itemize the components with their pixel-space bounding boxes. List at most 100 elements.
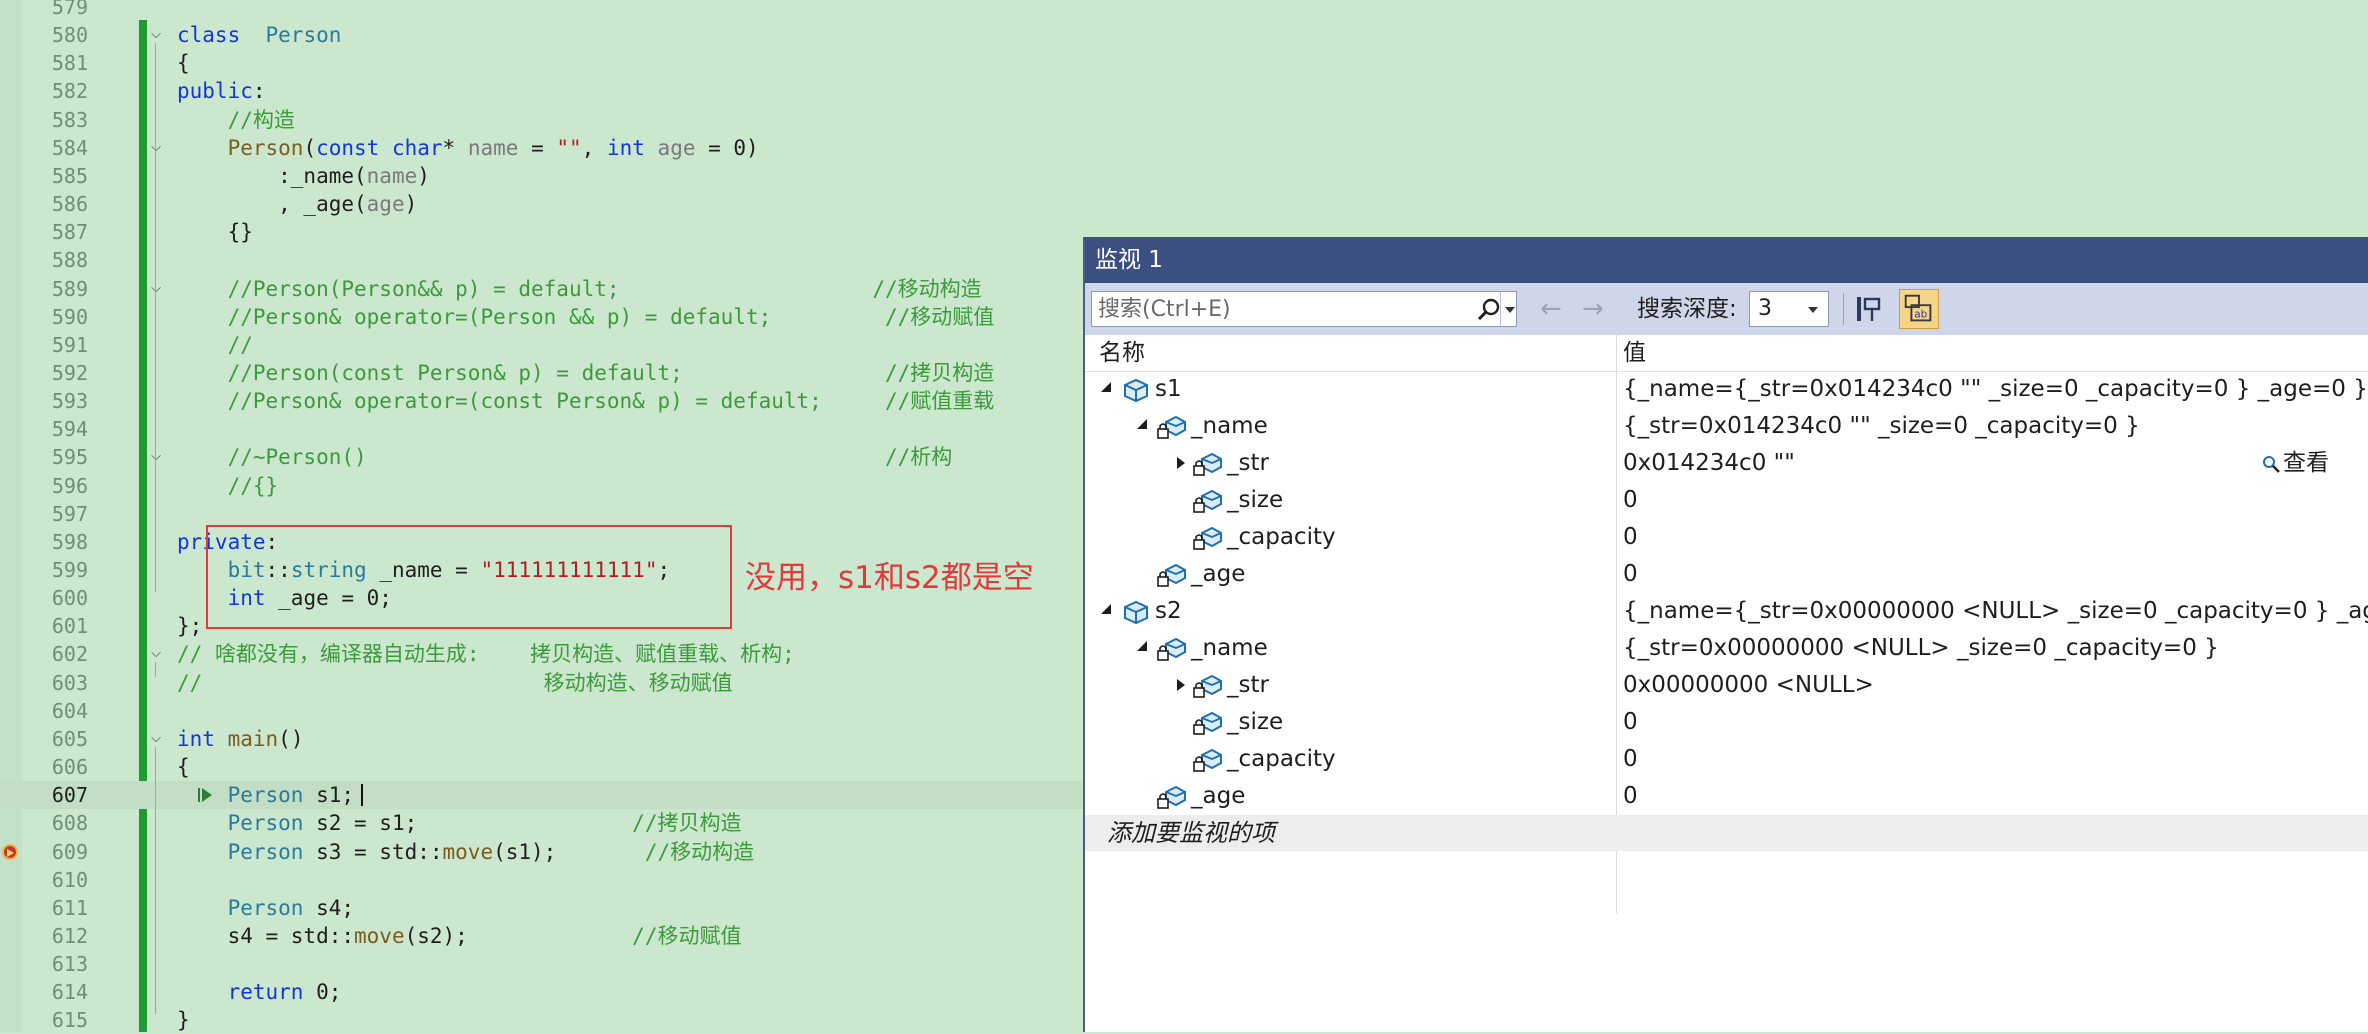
watch-row[interactable]: _size 0 [1085,482,2368,519]
watch-row[interactable]: _capacity 0 [1085,519,2368,556]
search-icon[interactable] [1476,297,1502,323]
watch-row[interactable]: _str 0x00000000 <NULL> [1085,667,2368,704]
code-text[interactable]: Person(const char* name = "", int age = … [177,134,759,162]
watch-name[interactable]: s2 [1155,593,1182,630]
watch-value[interactable]: {_str=0x00000000 <NULL> _size=0 _capacit… [1623,630,2219,667]
code-line[interactable]: 597 [0,500,1086,528]
code-text[interactable]: s4 = std::move(s2); //移动赋值 [177,922,742,950]
code-line[interactable]: 592 //Person(const Person& p) = default;… [0,359,1086,387]
code-text[interactable]: //Person(Person&& p) = default; //移动构造 [177,275,982,303]
back-arrow-icon[interactable]: ← [1540,293,1562,325]
code-text[interactable]: { [177,753,190,781]
code-text[interactable]: class Person [177,21,341,49]
code-line[interactable]: 615} [0,1006,1086,1034]
code-line[interactable]: 604 [0,697,1086,725]
watch-name[interactable]: _size [1227,704,1283,741]
code-line[interactable]: 580 ⌵ class Person [0,21,1086,49]
fold-toggle-icon[interactable]: ⌵ [148,646,164,662]
code-text[interactable]: { [177,49,190,77]
pin-icon[interactable] [1853,291,1887,327]
code-line[interactable]: 611 Person s4; [0,894,1086,922]
fold-toggle-icon[interactable]: ⌵ [148,449,164,465]
code-line[interactable]: 587 {} [0,218,1086,246]
fold-toggle-icon[interactable]: ⌵ [148,731,164,747]
code-text[interactable]: {} [177,218,253,246]
code-text[interactable]: int main() [177,725,303,753]
magnifier-icon[interactable] [2261,454,2281,474]
watch-row[interactable]: s1 {_name={_str=0x014234c0 "" _size=0 _ca… [1085,371,2368,408]
code-text[interactable]: :_name(name) [177,162,430,190]
search-dropdown-button[interactable] [1500,292,1519,326]
code-text[interactable]: Person s1; [177,781,354,809]
code-line[interactable]: 603 // 移动构造、移动赋值 [0,669,1086,697]
watch-window[interactable]: 监视 1 ← → 搜索深度: 3 ab [1083,237,2368,1032]
watch-name[interactable]: _age [1191,778,1245,815]
collapse-triangle-icon[interactable] [1101,604,1111,614]
fold-toggle-icon[interactable]: ⌵ [148,140,164,156]
code-text[interactable]: // 移动构造、移动赋值 [177,669,733,697]
watch-name[interactable]: _name [1191,630,1268,667]
watch-value[interactable]: 0 [1623,482,1638,519]
code-text[interactable]: //Person& operator=(Person && p) = defau… [177,303,995,331]
code-line[interactable]: 584 ⌵ Person(const char* name = "", int a… [0,134,1086,162]
watch-name[interactable]: _str [1227,445,1269,482]
watch-name[interactable]: _capacity [1227,741,1336,778]
code-line[interactable]: 606 { [0,753,1086,781]
code-text[interactable]: // 啥都没有，编译器自动生成: 拷贝构造、赋值重载、析构; [177,640,795,668]
watch-name[interactable]: _name [1191,408,1268,445]
watch-name[interactable]: _capacity [1227,519,1336,556]
breakpoint-icon[interactable] [2,843,18,860]
code-line[interactable]: 610 [0,866,1086,894]
expand-triangle-icon[interactable] [1177,679,1185,691]
watch-name[interactable]: _str [1227,667,1269,704]
watch-value[interactable]: 0 [1623,556,1638,593]
search-input[interactable] [1098,292,1448,326]
watch-value[interactable]: {_name={_str=0x00000000 <NULL> _size=0 _… [1623,593,2368,630]
code-text[interactable]: // [177,331,253,359]
code-line[interactable]: 591 // [0,331,1086,359]
code-line[interactable]: 613 [0,950,1086,978]
expand-triangle-icon[interactable] [1177,457,1185,469]
watch-row[interactable]: _name {_str=0x014234c0 "" _size=0 _capaci… [1085,408,2368,445]
code-line[interactable]: 594 [0,415,1086,443]
column-header-name[interactable]: 名称 [1099,335,1145,371]
watch-window-title[interactable]: 监视 1 [1085,237,2368,283]
watch-row[interactable]: _name {_str=0x00000000 <NULL> _size=0 _ca… [1085,630,2368,667]
watch-row[interactable]: _age 0 [1085,778,2368,815]
watch-row[interactable]: _str 0x014234c0 "" 查看 [1085,445,2368,482]
watch-row[interactable]: _size 0 [1085,704,2368,741]
watch-value[interactable]: 0 [1623,704,1638,741]
watch-value[interactable]: 0 [1623,778,1638,815]
code-line[interactable]: 602 ⌵ // 啥都没有，编译器自动生成: 拷贝构造、赋值重载、析构; [0,640,1086,668]
code-text[interactable]: , _age(age) [177,190,417,218]
code-line[interactable]: 589 ⌵ //Person(Person&& p) = default; //移… [0,275,1086,303]
watch-name[interactable]: _size [1227,482,1283,519]
code-text[interactable]: public: [177,77,266,105]
view-button[interactable]: 查看 [2283,445,2329,482]
collapse-triangle-icon[interactable] [1101,382,1111,392]
code-text[interactable]: return 0; [177,978,342,1006]
watch-value[interactable]: 0 [1623,519,1638,556]
add-watch-row[interactable]: 添加要监视的项 [1085,815,2368,851]
search-box[interactable] [1091,291,1517,327]
fold-toggle-icon[interactable]: ⌵ [148,281,164,297]
watch-row[interactable]: s2 {_name={_str=0x00000000 <NULL> _size=0… [1085,593,2368,630]
code-line[interactable]: 605 ⌵ int main() [0,725,1086,753]
code-text[interactable]: }; [177,612,202,640]
watch-value[interactable]: 0x014234c0 "" [1623,445,1795,482]
code-line[interactable]: 590 //Person& operator=(Person && p) = d… [0,303,1086,331]
watch-name[interactable]: s1 [1155,371,1182,408]
watch-value[interactable]: 0 [1623,741,1638,778]
column-header-value[interactable]: 值 [1623,335,1646,371]
code-text[interactable]: Person s3 = std::move(s1); //移动构造 [177,838,755,866]
code-line[interactable]: 614 return 0; [0,978,1086,1006]
code-text[interactable]: } [177,1006,190,1034]
add-watch-placeholder[interactable]: 添加要监视的项 [1107,815,1275,851]
code-line[interactable]: 612 s4 = std::move(s2); //移动赋值 [0,922,1086,950]
code-line[interactable]: 609 Person s3 = std::move(s1); //移动构造 [0,838,1086,866]
code-line[interactable]: 579 [0,0,1086,21]
code-line[interactable]: 581 { [0,49,1086,77]
code-line[interactable]: 588 [0,246,1086,274]
code-line[interactable]: 608 Person s2 = s1; //拷贝构造 [0,809,1086,837]
fold-toggle-icon[interactable]: ⌵ [148,27,164,43]
